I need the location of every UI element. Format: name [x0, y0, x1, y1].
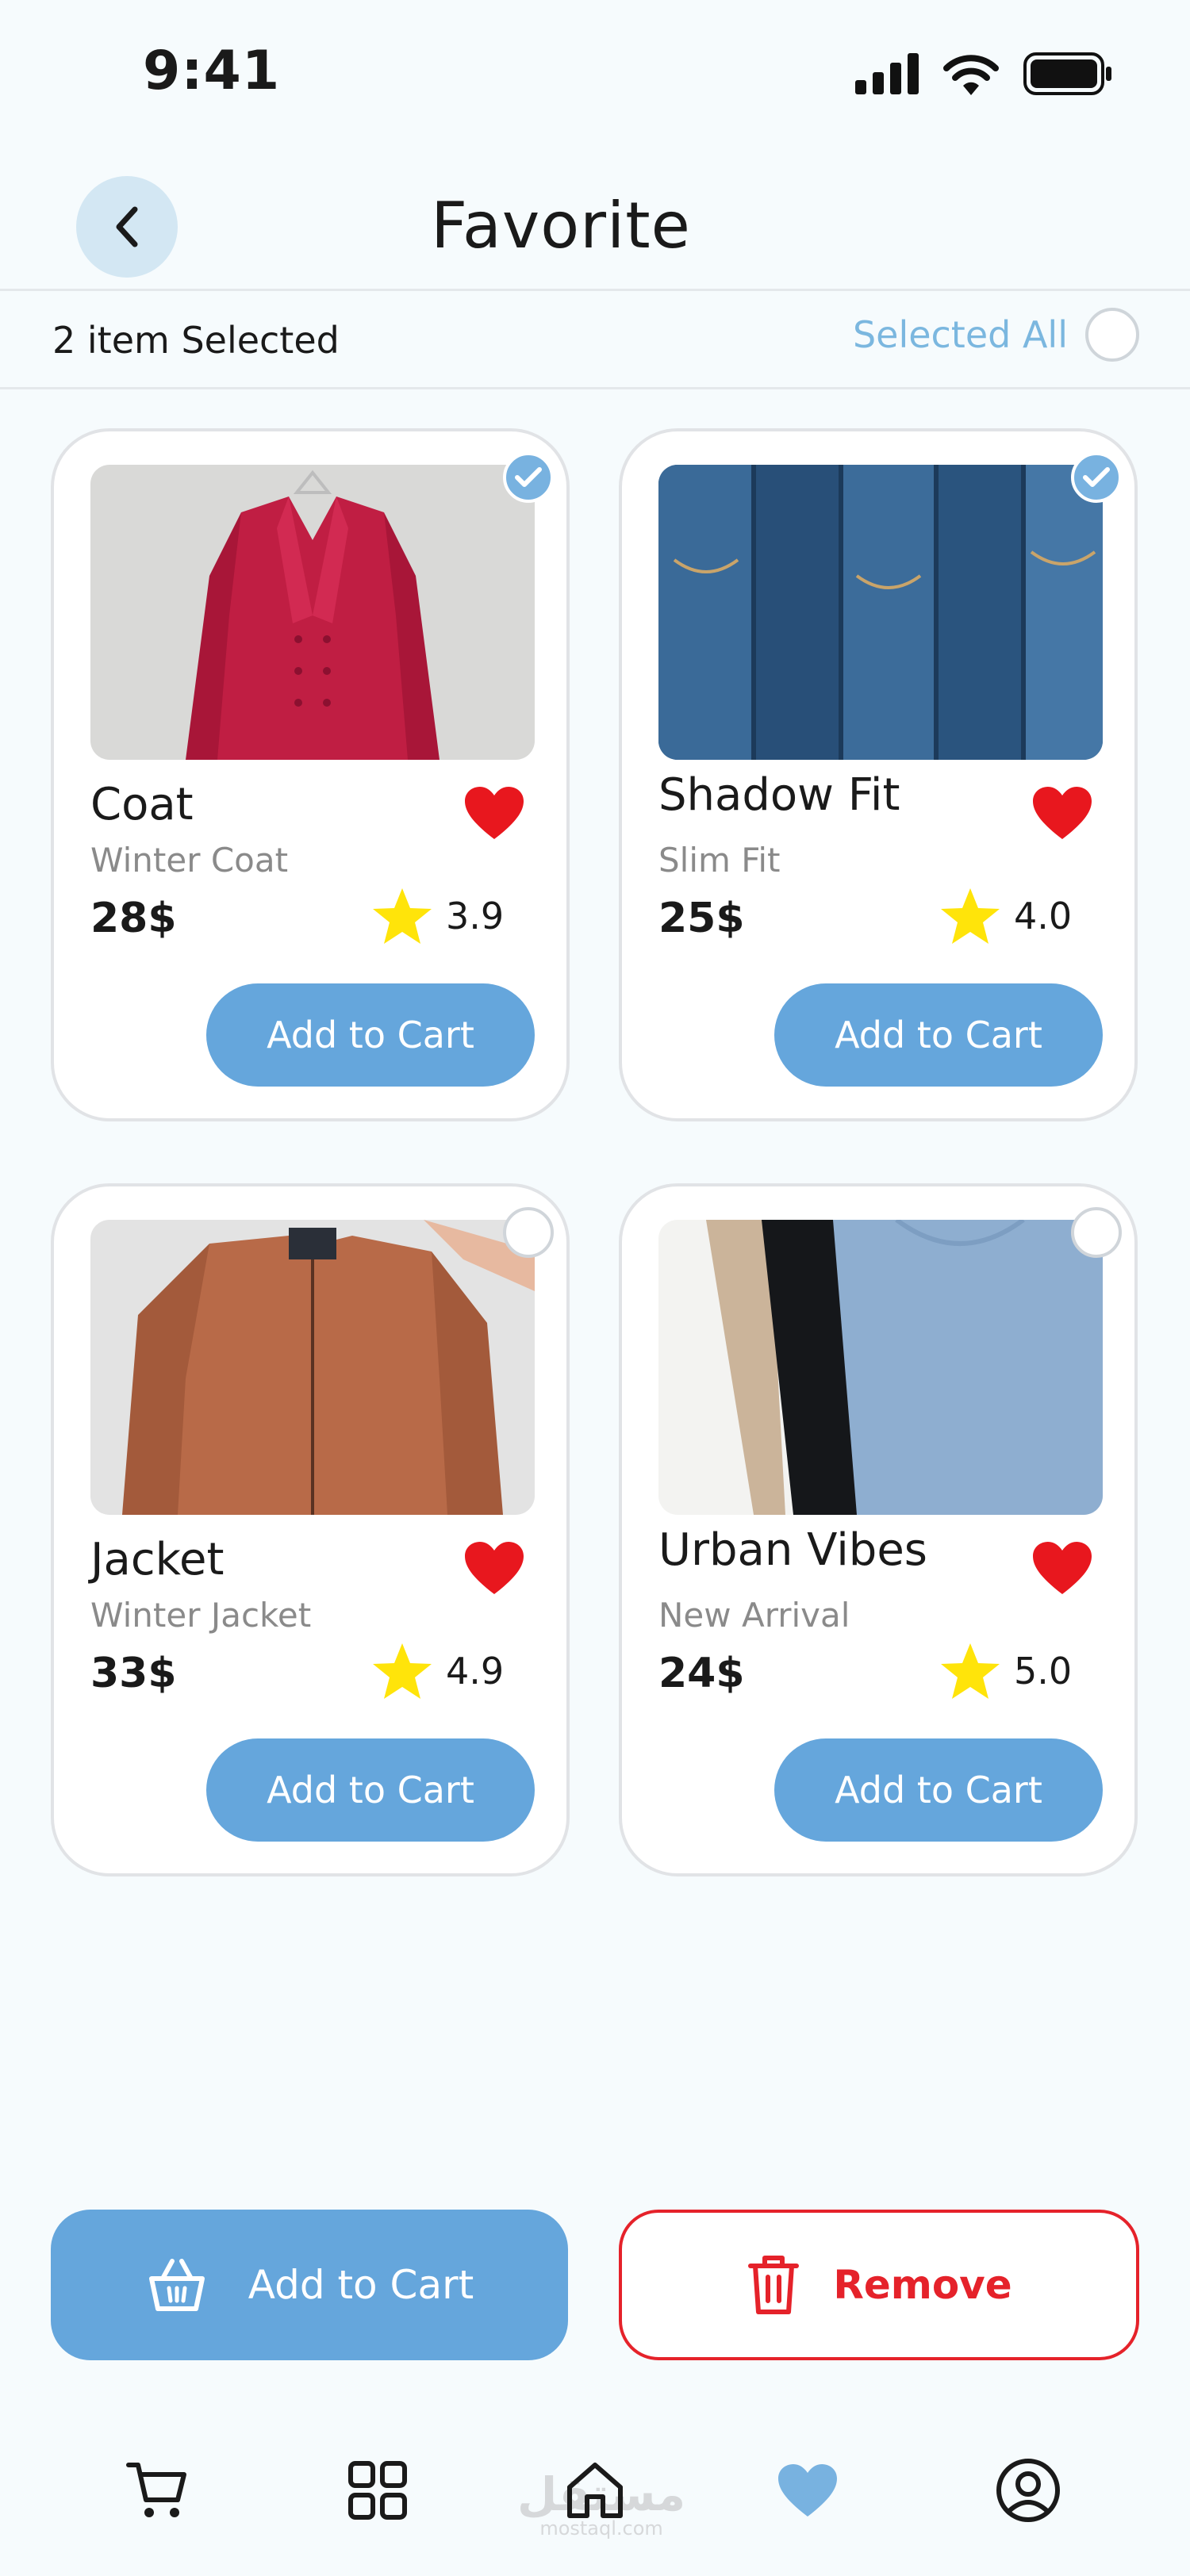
- product-name: Coat: [90, 779, 194, 830]
- select-checkbox-shadow-fit[interactable]: [1071, 452, 1122, 503]
- selection-divider: [0, 387, 1190, 389]
- bulk-add-to-cart-button[interactable]: Add to Cart: [51, 2210, 568, 2360]
- heart-icon[interactable]: [1031, 785, 1093, 841]
- product-price: 28$: [90, 895, 177, 942]
- product-name: Urban Vibes: [658, 1524, 927, 1576]
- bottom-navigation: مستقل mostaql.com: [0, 2411, 1190, 2576]
- status-bar: 9:41: [0, 0, 1190, 151]
- product-price: 24$: [658, 1650, 745, 1697]
- product-card-coat[interactable]: Coat Winter Coat 28$ 3.9 Add to Cart: [51, 428, 570, 1121]
- home-icon: [567, 2463, 623, 2518]
- heart-icon[interactable]: [463, 1540, 525, 1596]
- product-rating: 5.0: [1014, 1650, 1073, 1692]
- profile-icon: [996, 2459, 1060, 2522]
- nav-home[interactable]: [557, 2452, 633, 2528]
- product-image-shadow-fit[interactable]: [658, 465, 1103, 760]
- product-price: 25$: [658, 895, 745, 942]
- header-divider: [0, 289, 1190, 291]
- product-image-coat[interactable]: [90, 465, 535, 760]
- trash-icon: [748, 2256, 800, 2314]
- check-icon: [515, 467, 542, 487]
- product-card-shadow-fit[interactable]: Shadow Fit Slim Fit 25$ 4.0 Add to Cart: [619, 428, 1138, 1121]
- grid-icon: [348, 2461, 407, 2520]
- remove-label[interactable]: Remove: [833, 2262, 1012, 2308]
- select-checkbox-urban-vibes[interactable]: [1071, 1207, 1122, 1258]
- product-name: Jacket: [90, 1534, 225, 1585]
- select-checkbox-coat[interactable]: [503, 452, 554, 503]
- heart-icon[interactable]: [1031, 1540, 1093, 1596]
- bulk-add-to-cart-label[interactable]: Add to Cart: [248, 2262, 474, 2308]
- product-subtitle: Winter Coat: [90, 841, 289, 880]
- product-card-jacket[interactable]: Jacket Winter Jacket 33$ 4.9 Add to Cart: [51, 1183, 570, 1876]
- nav-categories[interactable]: [340, 2452, 416, 2528]
- star-icon: [941, 1643, 1000, 1699]
- wifi-icon: [943, 55, 999, 95]
- product-rating: 4.0: [1014, 895, 1073, 937]
- select-all-label[interactable]: Selected All: [853, 313, 1068, 356]
- battery-icon: [1023, 52, 1111, 95]
- signal-icon: [855, 53, 919, 94]
- nav-favorites[interactable]: [770, 2452, 846, 2528]
- status-icons: [855, 52, 1112, 95]
- basket-icon: [148, 2259, 205, 2311]
- product-card-urban-vibes[interactable]: Urban Vibes New Arrival 24$ 5.0 Add to C…: [619, 1183, 1138, 1876]
- nav-cart[interactable]: [119, 2452, 195, 2528]
- add-to-cart-button[interactable]: Add to Cart: [774, 1738, 1103, 1842]
- product-subtitle: Winter Jacket: [90, 1596, 312, 1635]
- product-image-jacket[interactable]: [90, 1220, 535, 1515]
- selection-bar: 2 item Selected Selected All: [0, 292, 1190, 389]
- star-icon: [941, 888, 1000, 944]
- cart-icon: [126, 2463, 186, 2517]
- check-icon: [1083, 467, 1110, 487]
- product-name: Shadow Fit: [658, 769, 900, 821]
- remove-button[interactable]: Remove: [619, 2210, 1139, 2360]
- select-checkbox-jacket[interactable]: [503, 1207, 554, 1258]
- product-image-urban-vibes[interactable]: [658, 1220, 1103, 1515]
- product-subtitle: New Arrival: [658, 1596, 850, 1635]
- status-time: 9:41: [143, 40, 281, 102]
- star-icon: [373, 1643, 432, 1699]
- heart-icon: [778, 2464, 837, 2517]
- page-title: Favorite: [431, 189, 691, 263]
- nav-profile[interactable]: [990, 2452, 1066, 2528]
- heart-icon[interactable]: [463, 785, 525, 841]
- product-price: 33$: [90, 1650, 177, 1697]
- add-to-cart-button[interactable]: Add to Cart: [206, 983, 535, 1087]
- add-to-cart-button[interactable]: Add to Cart: [206, 1738, 535, 1842]
- star-icon: [373, 888, 432, 944]
- add-to-cart-button[interactable]: Add to Cart: [774, 983, 1103, 1087]
- selected-count: 2 item Selected: [52, 319, 340, 362]
- select-all-radio[interactable]: [1085, 308, 1139, 362]
- select-all-toggle[interactable]: Selected All: [853, 308, 1139, 362]
- product-rating: 3.9: [446, 895, 505, 937]
- product-subtitle: Slim Fit: [658, 841, 781, 880]
- product-rating: 4.9: [446, 1650, 505, 1692]
